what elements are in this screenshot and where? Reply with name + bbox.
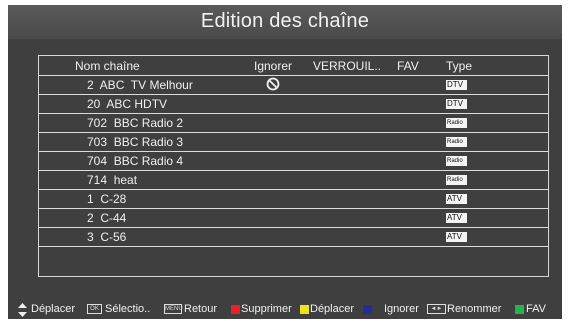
green-key-icon: [515, 305, 524, 314]
hint-rename: Renommer: [447, 303, 502, 315]
channel-row[interactable]: 714 heat Radio: [39, 170, 548, 189]
channel-type-badge: Radio: [446, 175, 467, 185]
page-title: Edition des chaîne: [200, 10, 370, 32]
column-lock-header: VERROUIL..: [313, 59, 382, 73]
channel-row[interactable]: 703 BBC Radio 3 Radio: [39, 132, 548, 151]
channel-name: 703 BBC Radio 3: [87, 135, 184, 149]
column-fav-header: FAV: [397, 59, 419, 73]
key-hints-footer: Déplacer OK Sélectio.. MENU Retour Suppr…: [8, 303, 562, 317]
channel-type-badge: ATV: [446, 194, 467, 204]
hint-ignore: Ignorer: [384, 303, 419, 315]
updown-arrows-icon: [18, 303, 27, 320]
channel-type-badge: Radio: [446, 137, 467, 147]
empty-row: [39, 246, 548, 265]
channel-name: 3 C-56: [87, 230, 127, 244]
channel-name: 2 ABC TV Melhour: [87, 78, 193, 92]
channel-name: 20 ABC HDTV: [87, 97, 168, 111]
ignore-icon: [266, 77, 280, 91]
channel-row[interactable]: 704 BBC Radio 4 Radio: [39, 151, 548, 170]
title-bar: Edition des chaîne: [8, 5, 562, 39]
channel-name: 2 C-44: [87, 211, 127, 225]
channel-type-badge: ATV: [446, 232, 467, 242]
hint-move: Déplacer: [31, 303, 76, 315]
channel-type-badge: DTV: [446, 99, 467, 109]
yellow-key-icon: [300, 305, 309, 314]
hint-fav: FAV: [526, 303, 546, 315]
channel-type-badge: Radio: [446, 156, 467, 166]
channel-type-badge: DTV: [446, 80, 467, 90]
list-header: Nom chaîne Ignorer VERROUIL.. FAV Type: [39, 59, 548, 75]
channel-rows: 2 ABC TV Melhour DTV 20 ABC HDTV DTV 702 BBC…: [39, 75, 548, 265]
channel-row[interactable]: 1 C-28 ATV: [39, 189, 548, 208]
channel-name: 704 BBC Radio 4: [87, 154, 184, 168]
channel-row[interactable]: 20 ABC HDTV DTV: [39, 94, 548, 113]
channel-row[interactable]: 3 C-56 ATV: [39, 227, 548, 246]
ok-key-icon: OK: [87, 304, 102, 314]
channel-list-panel: Nom chaîne Ignorer VERROUIL.. FAV Type 2…: [38, 55, 549, 277]
column-ignore-header: Ignorer: [254, 59, 293, 73]
channel-type-badge: ATV: [446, 213, 467, 223]
hint-select: Sélectio..: [105, 303, 151, 315]
column-name-header: Nom chaîne: [75, 59, 140, 73]
column-type-header: Type: [446, 59, 473, 73]
red-key-icon: [231, 305, 240, 314]
channel-name: 1 C-28: [87, 192, 127, 206]
hint-return: Retour: [184, 303, 218, 315]
blue-key-icon: [363, 305, 372, 314]
channel-row[interactable]: 2 C-44 ATV: [39, 208, 548, 227]
channel-row[interactable]: 702 BBC Radio 2 Radio: [39, 113, 548, 132]
menu-key-icon: MENU: [164, 304, 183, 314]
arrow-key-icon: ◄►: [427, 304, 446, 314]
channel-type-badge: Radio: [446, 118, 467, 128]
channel-name: 702 BBC Radio 2: [87, 116, 184, 130]
channel-edit-screen: Edition des chaîne Nom chaîne Ignorer VE…: [8, 5, 562, 319]
hint-move-2: Déplacer: [310, 303, 355, 315]
channel-name: 714 heat: [87, 173, 138, 187]
channel-row[interactable]: 2 ABC TV Melhour DTV: [39, 75, 548, 94]
hint-delete: Supprimer: [241, 303, 292, 315]
